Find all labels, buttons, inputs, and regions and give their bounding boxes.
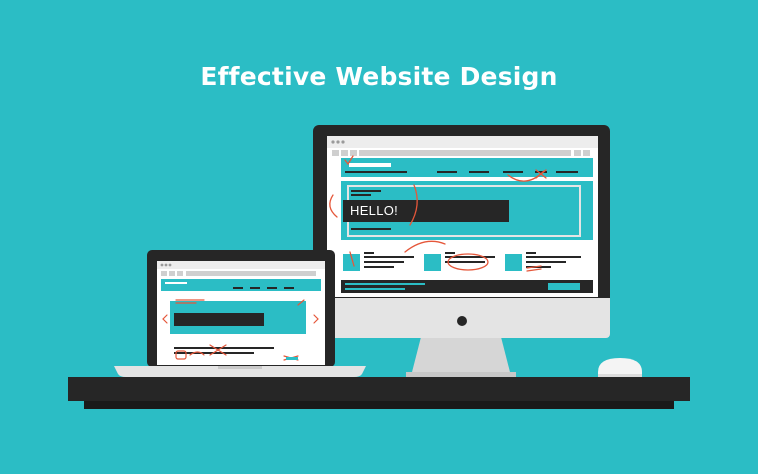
monitor-hero-text: HELLO! <box>350 203 399 218</box>
power-button <box>457 316 467 326</box>
scene-illustration <box>68 125 690 409</box>
monitor-stand <box>406 337 516 377</box>
desk <box>68 377 690 409</box>
mouse-icon <box>598 358 642 377</box>
